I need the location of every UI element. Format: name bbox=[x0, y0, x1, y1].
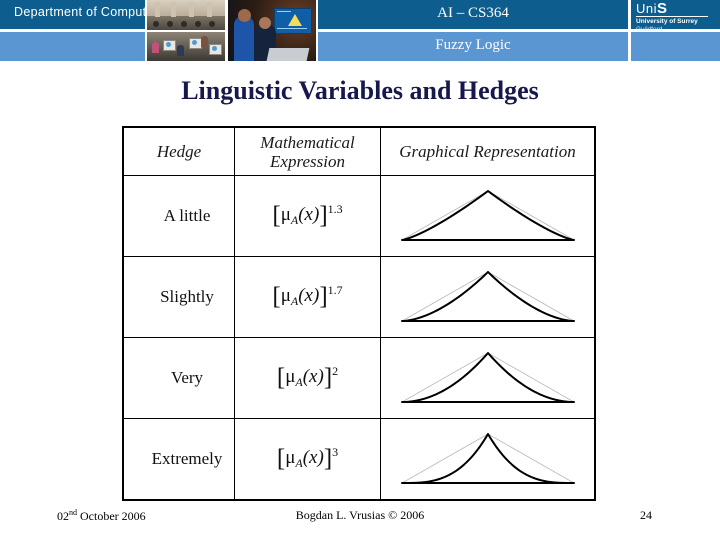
column-header-expression-line2: Expression bbox=[270, 151, 345, 171]
table-row: A little [μA(x)]1.3 bbox=[122, 175, 596, 257]
column-header-hedge-label: Hedge bbox=[156, 142, 202, 161]
math-expression: [μA(x)]1.3 bbox=[272, 202, 343, 229]
exponent: 3 bbox=[332, 445, 339, 459]
mu-symbol: μ bbox=[280, 285, 291, 306]
mu-symbol: μ bbox=[285, 366, 296, 387]
graph-cell bbox=[380, 418, 596, 501]
course-subtitle: Fuzzy Logic bbox=[435, 37, 511, 53]
page-title: Linguistic Variables and Hedges bbox=[181, 76, 539, 105]
mu-symbol: μ bbox=[285, 447, 296, 468]
column-header-expression-line1: Mathematical bbox=[260, 132, 355, 152]
bracket-close: ] bbox=[319, 283, 328, 310]
logo-divider bbox=[636, 16, 708, 17]
hedge-name: Slightly bbox=[160, 287, 214, 306]
hedge-graph bbox=[400, 433, 575, 484]
bracket-open: [ bbox=[276, 364, 286, 391]
header-band-light-left bbox=[0, 32, 145, 61]
expression-cell: [μA(x)]2 bbox=[234, 337, 381, 419]
math-expression: [μA(x)]1.7 bbox=[272, 283, 343, 310]
hedged-curve bbox=[400, 433, 575, 484]
footer-author: Bogdan L. Vrusias © 2006 bbox=[295, 508, 425, 522]
hedge-graph bbox=[400, 190, 575, 241]
bracket-close: ] bbox=[323, 445, 333, 472]
column-header-graph-label: Graphical Representation bbox=[399, 142, 576, 161]
reference-triangle bbox=[401, 190, 574, 241]
hedge-name-cell: A little bbox=[122, 175, 235, 257]
hedges-table: Hedge Mathematical Expression Graphical … bbox=[122, 126, 596, 501]
hedged-curve bbox=[400, 271, 575, 322]
exponent: 1.7 bbox=[327, 283, 343, 297]
math-expression: [μA(x)]2 bbox=[277, 364, 339, 391]
bracket-open: [ bbox=[272, 202, 281, 229]
exponent: 2 bbox=[332, 364, 339, 378]
hedge-graph bbox=[400, 352, 575, 403]
table-row: Very [μA(x)]2 bbox=[122, 337, 596, 419]
hedge-name-cell: Extremely bbox=[122, 418, 235, 501]
expression-cell: [μA(x)]1.7 bbox=[234, 256, 381, 338]
hedge-name-cell: Very bbox=[122, 337, 235, 419]
exponent: 1.3 bbox=[327, 202, 343, 216]
graph-cell bbox=[380, 337, 596, 419]
unis-wordmark-suffix: S bbox=[657, 0, 668, 17]
slide-footer: 02nd October 2006 Bogdan L. Vrusias © 20… bbox=[0, 508, 720, 530]
expression-cell: [μA(x)]3 bbox=[234, 418, 381, 501]
mu-argument: (x) bbox=[302, 447, 324, 468]
table-header: Hedge Mathematical Expression Graphical … bbox=[122, 126, 596, 176]
mu-argument: (x) bbox=[298, 285, 320, 306]
hedge-graph bbox=[400, 271, 575, 322]
course-title: AI – CS364 bbox=[437, 5, 509, 21]
math-expression: [μA(x)]3 bbox=[277, 445, 339, 472]
graph-cell bbox=[380, 175, 596, 257]
hedge-name: Very bbox=[170, 368, 204, 387]
footer-page-number: 24 bbox=[640, 508, 652, 522]
bracket-open: [ bbox=[276, 445, 286, 472]
mu-argument: (x) bbox=[298, 204, 320, 225]
column-header-graph: Graphical Representation bbox=[380, 126, 596, 176]
graph-cell bbox=[380, 256, 596, 338]
university-logo: UniS University of Surrey Guildford bbox=[636, 0, 716, 34]
mu-argument: (x) bbox=[302, 366, 324, 387]
column-header-expression: Mathematical Expression bbox=[234, 126, 381, 176]
expression-cell: [μA(x)]1.3 bbox=[234, 175, 381, 257]
table-header-row: Hedge Mathematical Expression Graphical … bbox=[122, 126, 596, 176]
column-header-hedge: Hedge bbox=[122, 126, 235, 176]
university-name: University of Surrey bbox=[636, 18, 698, 25]
computer-lab-photo bbox=[147, 32, 225, 61]
unis-wordmark: UniS bbox=[636, 0, 716, 17]
hedged-curve bbox=[400, 190, 575, 241]
hedge-name-cell: Slightly bbox=[122, 256, 235, 338]
table-row: Slightly [μA(x)]1.7 bbox=[122, 256, 596, 338]
lecture-hall-photo bbox=[147, 0, 225, 30]
table-row: Extremely [μA(x)]3 bbox=[122, 418, 596, 501]
mu-symbol: μ bbox=[280, 204, 291, 225]
table-body: A little [μA(x)]1.3 Slightly [μA(x)]1.7 Very… bbox=[122, 175, 596, 501]
unis-wordmark-prefix: Uni bbox=[636, 1, 658, 16]
mu-subscript: A bbox=[295, 375, 303, 389]
hedge-name: Extremely bbox=[151, 449, 223, 468]
hedged-curve bbox=[400, 352, 575, 403]
header-logo-panel-bottom bbox=[631, 32, 720, 61]
bracket-close: ] bbox=[319, 202, 328, 229]
reference-triangle bbox=[401, 433, 574, 484]
students-at-laptop-photo bbox=[228, 0, 316, 61]
bracket-open: [ bbox=[272, 283, 281, 310]
slide-header: Department of Computing AI – CS364 Fuzzy… bbox=[0, 0, 720, 62]
hedge-name: A little bbox=[163, 206, 211, 225]
bracket-close: ] bbox=[323, 364, 333, 391]
reference-triangle bbox=[401, 352, 574, 403]
department-name: Department of Computing bbox=[14, 5, 165, 19]
university-town: Guildford bbox=[636, 26, 663, 33]
mu-subscript: A bbox=[295, 456, 303, 470]
